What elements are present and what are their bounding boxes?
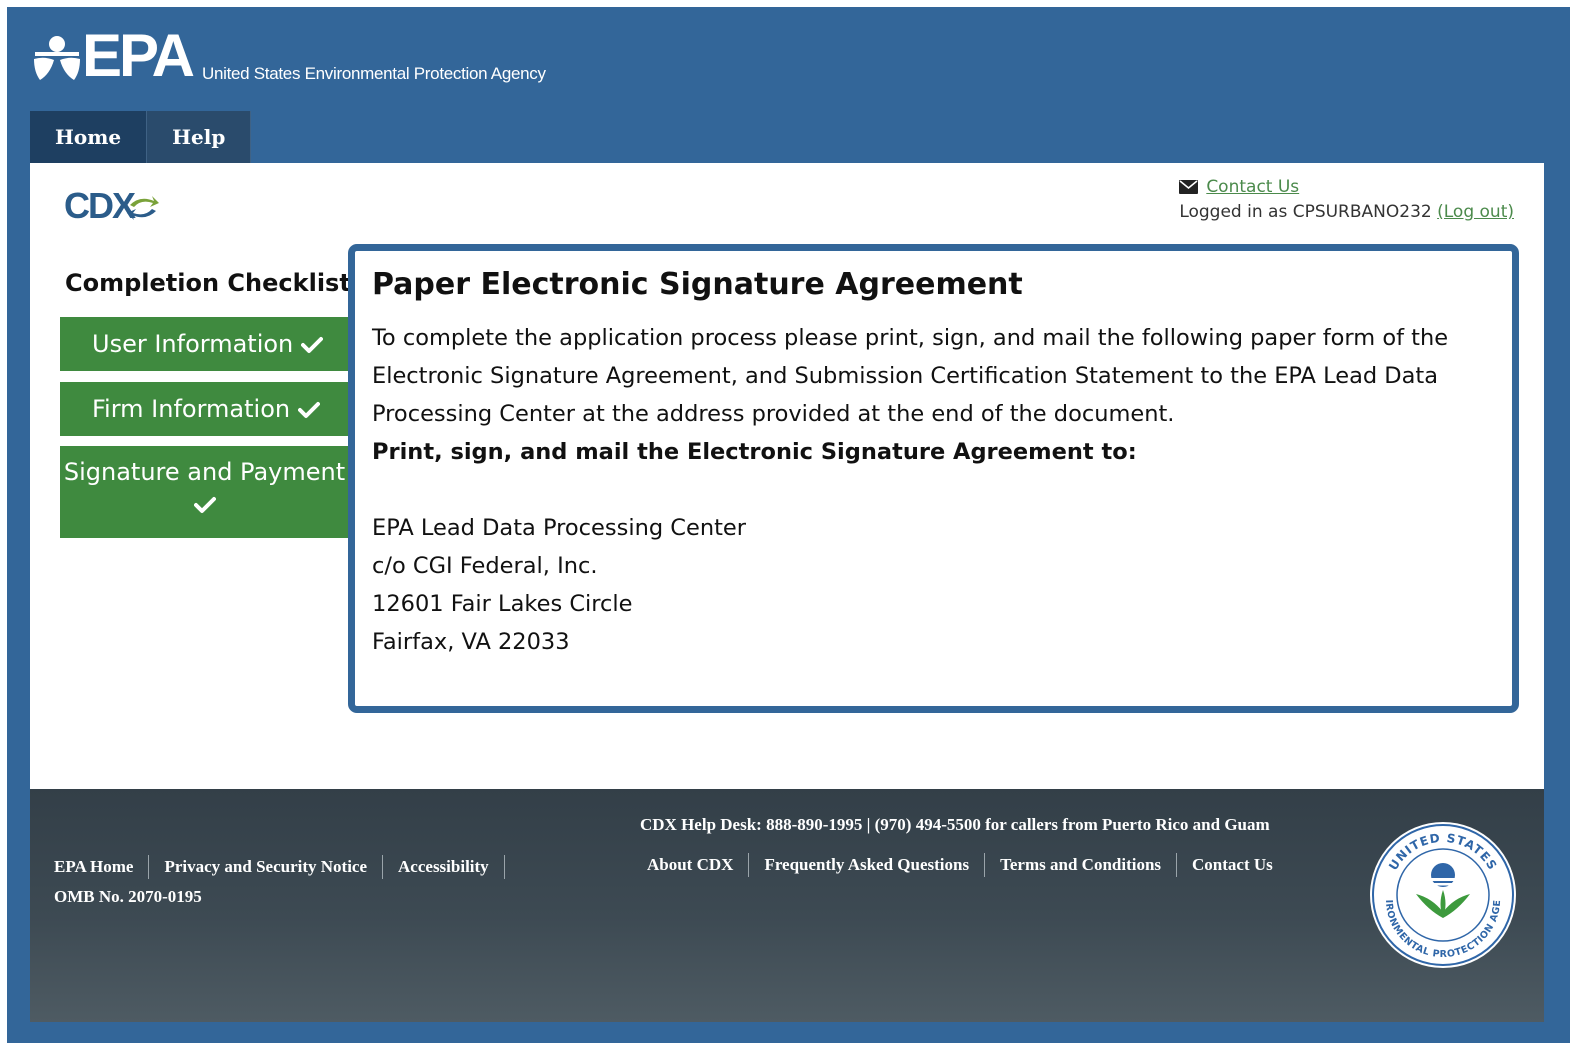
- omb-number: OMB No. 2070-0195: [54, 887, 202, 906]
- contact-row: Contact Us: [1179, 175, 1514, 199]
- address-line: EPA Lead Data Processing Center: [372, 515, 746, 541]
- footer-link-about-cdx[interactable]: About CDX: [632, 853, 750, 877]
- footer-link-privacy[interactable]: Privacy and Security Notice: [149, 855, 384, 879]
- contact-us-link[interactable]: Contact Us: [1206, 177, 1299, 197]
- footer: EPA Home Privacy and Security Notice Acc…: [30, 789, 1544, 1022]
- checklist-item-label: Signature and Payment: [63, 458, 346, 486]
- checklist-title: Completion Checklist: [65, 269, 351, 297]
- main-panel: CDX Contact Us Logged in as CPSURBANO232…: [30, 163, 1544, 789]
- footer-link-terms[interactable]: Terms and Conditions: [985, 853, 1178, 877]
- footer-link-epa-home[interactable]: EPA Home: [54, 855, 150, 879]
- nav-home[interactable]: Home: [30, 111, 148, 163]
- checklist-item-label: User Information: [92, 330, 294, 358]
- cdx-logo[interactable]: CDX: [64, 185, 164, 229]
- cdx-arrows-icon: [127, 196, 159, 220]
- checklist-signature-payment[interactable]: Signature and Payment: [60, 446, 349, 538]
- epa-logo[interactable]: EPA: [30, 24, 195, 88]
- footer-center-links: About CDX Frequently Asked Questions Ter…: [632, 853, 1288, 877]
- footer-link-contact-us[interactable]: Contact Us: [1177, 853, 1288, 877]
- agreement-title: Paper Electronic Signature Agreement: [372, 267, 1023, 302]
- agreement-body: To complete the application process plea…: [372, 319, 1492, 661]
- epa-logo-text: EPA: [82, 22, 195, 89]
- agreement-instruction: Print, sign, and mail the Electronic Sig…: [372, 439, 1137, 465]
- checklist-firm-information[interactable]: Firm Information: [60, 382, 349, 436]
- checkmark-icon: [301, 337, 324, 353]
- mail-icon: [1179, 180, 1199, 194]
- agreement-panel: Paper Electronic Signature Agreement To …: [348, 244, 1519, 713]
- agreement-intro: To complete the application process plea…: [372, 325, 1449, 427]
- logged-in-text: Logged in as CPSURBANO232: [1179, 202, 1432, 222]
- footer-left-links: EPA Home Privacy and Security Notice Acc…: [54, 855, 505, 879]
- main-nav: Home Help: [30, 111, 252, 163]
- address-line: 12601 Fair Lakes Circle: [372, 591, 633, 617]
- footer-link-accessibility[interactable]: Accessibility: [383, 855, 505, 879]
- checkmark-icon: [298, 402, 321, 418]
- nav-help[interactable]: Help: [147, 111, 252, 163]
- account-area: Contact Us Logged in as CPSURBANO232 (Lo…: [1179, 175, 1514, 226]
- address-line: c/o CGI Federal, Inc.: [372, 553, 598, 579]
- checklist-item-label: Firm Information: [92, 395, 291, 423]
- footer-link-faq[interactable]: Frequently Asked Questions: [749, 853, 986, 877]
- epa-logo-icon: [34, 36, 80, 80]
- checkmark-icon: [193, 497, 216, 513]
- agency-name: United States Environmental Protection A…: [202, 64, 546, 83]
- address-line: Fairfax, VA 22033: [372, 629, 570, 655]
- help-desk-info: CDX Help Desk: 888-890-1995 | (970) 494-…: [640, 815, 1270, 834]
- epa-seal-icon: UNITED STATES ENVIRONMENTAL PROTECTION A…: [1368, 820, 1516, 968]
- checklist-user-information[interactable]: User Information: [60, 317, 349, 371]
- logout-link[interactable]: (Log out): [1437, 202, 1514, 222]
- mailing-address: EPA Lead Data Processing Center c/o CGI …: [372, 509, 1492, 661]
- logged-in-row: Logged in as CPSURBANO232 (Log out): [1179, 202, 1514, 226]
- cdx-logo-text: CDX: [64, 185, 136, 226]
